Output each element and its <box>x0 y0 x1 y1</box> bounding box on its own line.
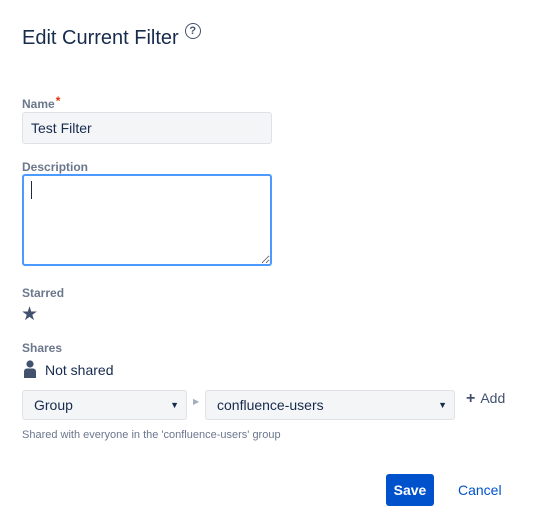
share-type-value: Group <box>34 397 73 413</box>
star-icon[interactable]: ★ <box>21 303 38 326</box>
share-type-select[interactable]: Group ▼ <box>22 390 187 420</box>
share-hint: Shared with everyone in the 'confluence-… <box>22 429 281 441</box>
plus-icon: + <box>466 390 476 407</box>
required-marker: * <box>55 94 61 108</box>
name-label: Name* <box>22 94 61 111</box>
shares-label: Shares <box>22 341 63 355</box>
description-textarea[interactable] <box>22 174 272 266</box>
name-input[interactable]: Test Filter <box>22 112 272 144</box>
chevron-right-icon: ▶ <box>193 397 200 406</box>
chevron-down-icon: ▼ <box>438 400 447 410</box>
save-button[interactable]: Save <box>386 474 434 506</box>
person-icon <box>24 360 36 378</box>
chevron-down-icon: ▼ <box>170 400 179 410</box>
cancel-button[interactable]: Cancel <box>458 482 502 498</box>
text-cursor <box>31 181 32 199</box>
group-value: confluence-users <box>217 397 324 413</box>
add-label: Add <box>480 390 506 406</box>
dialog-title-text: Edit Current Filter <box>22 27 179 49</box>
dialog-title: Edit Current Filter ? <box>22 23 201 50</box>
starred-label: Starred <box>22 286 65 300</box>
description-label: Description <box>22 160 89 174</box>
question-circle-icon[interactable]: ? <box>184 23 201 39</box>
add-share-button[interactable]: + Add <box>466 390 505 408</box>
group-select[interactable]: confluence-users ▼ <box>205 390 455 420</box>
share-status: Not shared <box>45 362 114 378</box>
